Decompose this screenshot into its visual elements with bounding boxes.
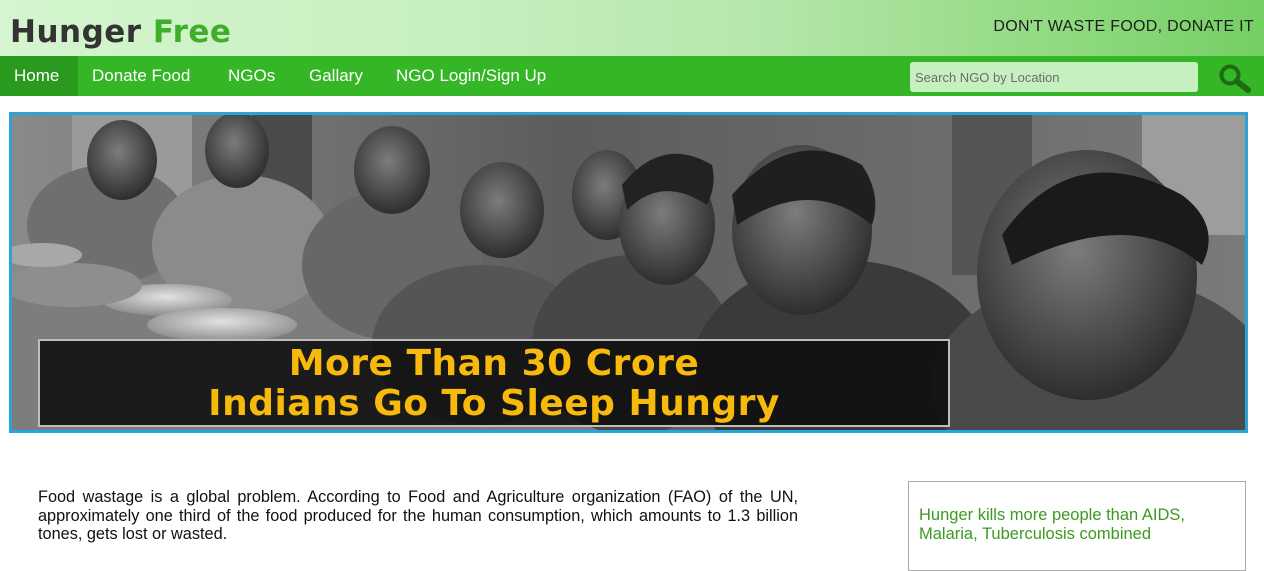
site-logo[interactable]: Hunger Free bbox=[10, 14, 231, 50]
brand-word-hunger: Hunger bbox=[10, 14, 142, 50]
banner-caption: More Than 30 Crore Indians Go To Sleep H… bbox=[38, 339, 950, 427]
magnifier-icon bbox=[1219, 64, 1251, 93]
nav-home[interactable]: Home bbox=[0, 56, 78, 96]
brand-word-free: Free bbox=[152, 14, 232, 50]
fact-box: Hunger kills more people than AIDS, Mala… bbox=[908, 481, 1246, 571]
search-button[interactable] bbox=[1214, 62, 1254, 94]
banner-caption-line1: More Than 30 Crore bbox=[288, 343, 700, 384]
nav-donate-food[interactable]: Donate Food bbox=[78, 56, 204, 96]
search-input[interactable] bbox=[910, 62, 1198, 92]
site-header: Hunger Free DON'T WASTE FOOD, DONATE IT bbox=[0, 0, 1264, 56]
fact-text: Hunger kills more people than AIDS, Mala… bbox=[919, 506, 1185, 543]
nav-ngo-login[interactable]: NGO Login/Sign Up bbox=[382, 56, 560, 96]
hero-banner: More Than 30 Crore Indians Go To Sleep H… bbox=[9, 112, 1248, 433]
intro-paragraph: Food wastage is a global problem. Accord… bbox=[38, 488, 798, 543]
tagline: DON'T WASTE FOOD, DONATE IT bbox=[993, 18, 1254, 35]
nav-gallary[interactable]: Gallary bbox=[295, 56, 377, 96]
banner-caption-line2: Indians Go To Sleep Hungry bbox=[208, 383, 780, 424]
nav-ngos[interactable]: NGOs bbox=[214, 56, 289, 96]
